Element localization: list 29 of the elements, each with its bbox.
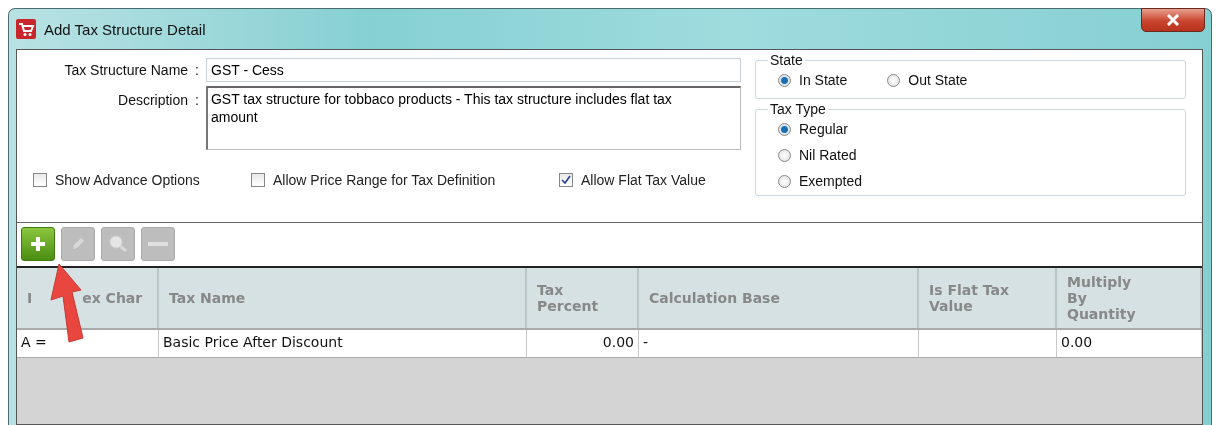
- name-field[interactable]: GST - Cess: [206, 58, 741, 82]
- table-cell: 0.00: [1057, 330, 1202, 357]
- add-button[interactable]: [21, 227, 55, 261]
- field-label: Tax Structure Name: [63, 61, 189, 78]
- description-field[interactable]: GST tax structure for tobbaco products - This tax structure includes flat tax amount: [205, 86, 741, 150]
- table-cell: -: [639, 330, 919, 357]
- check-icon: [560, 174, 572, 186]
- radio-option[interactable]: Out State: [887, 72, 968, 88]
- checkbox-option[interactable]: Allow Price Range for Tax Definition: [251, 172, 559, 188]
- table-cell: Basic Price After Discount: [159, 330, 527, 357]
- radio-option[interactable]: In State: [778, 72, 848, 88]
- radio-option[interactable]: Nil Rated: [778, 147, 1171, 163]
- checkbox-option[interactable]: Allow Flat Tax Value: [559, 172, 706, 188]
- magnifier-icon: [107, 234, 129, 254]
- group-title: Tax Type: [769, 101, 827, 117]
- group-title: State: [769, 52, 804, 68]
- cart-icon: [16, 19, 36, 39]
- table-cell: 0.00: [527, 330, 639, 357]
- field-label: Description: [117, 91, 189, 108]
- radio-option[interactable]: Regular: [778, 121, 1171, 137]
- close-button[interactable]: [1141, 8, 1205, 32]
- label-separator: :: [194, 91, 200, 108]
- label-separator: :: [194, 61, 200, 78]
- checkbox-option[interactable]: Show Advance Options: [33, 172, 251, 188]
- radio-option[interactable]: Exempted: [778, 173, 1171, 189]
- close-icon: [1166, 14, 1180, 26]
- plus-icon: [30, 236, 46, 252]
- window-title: Add Tax Structure Detail: [44, 20, 206, 38]
- minus-icon: [148, 241, 168, 247]
